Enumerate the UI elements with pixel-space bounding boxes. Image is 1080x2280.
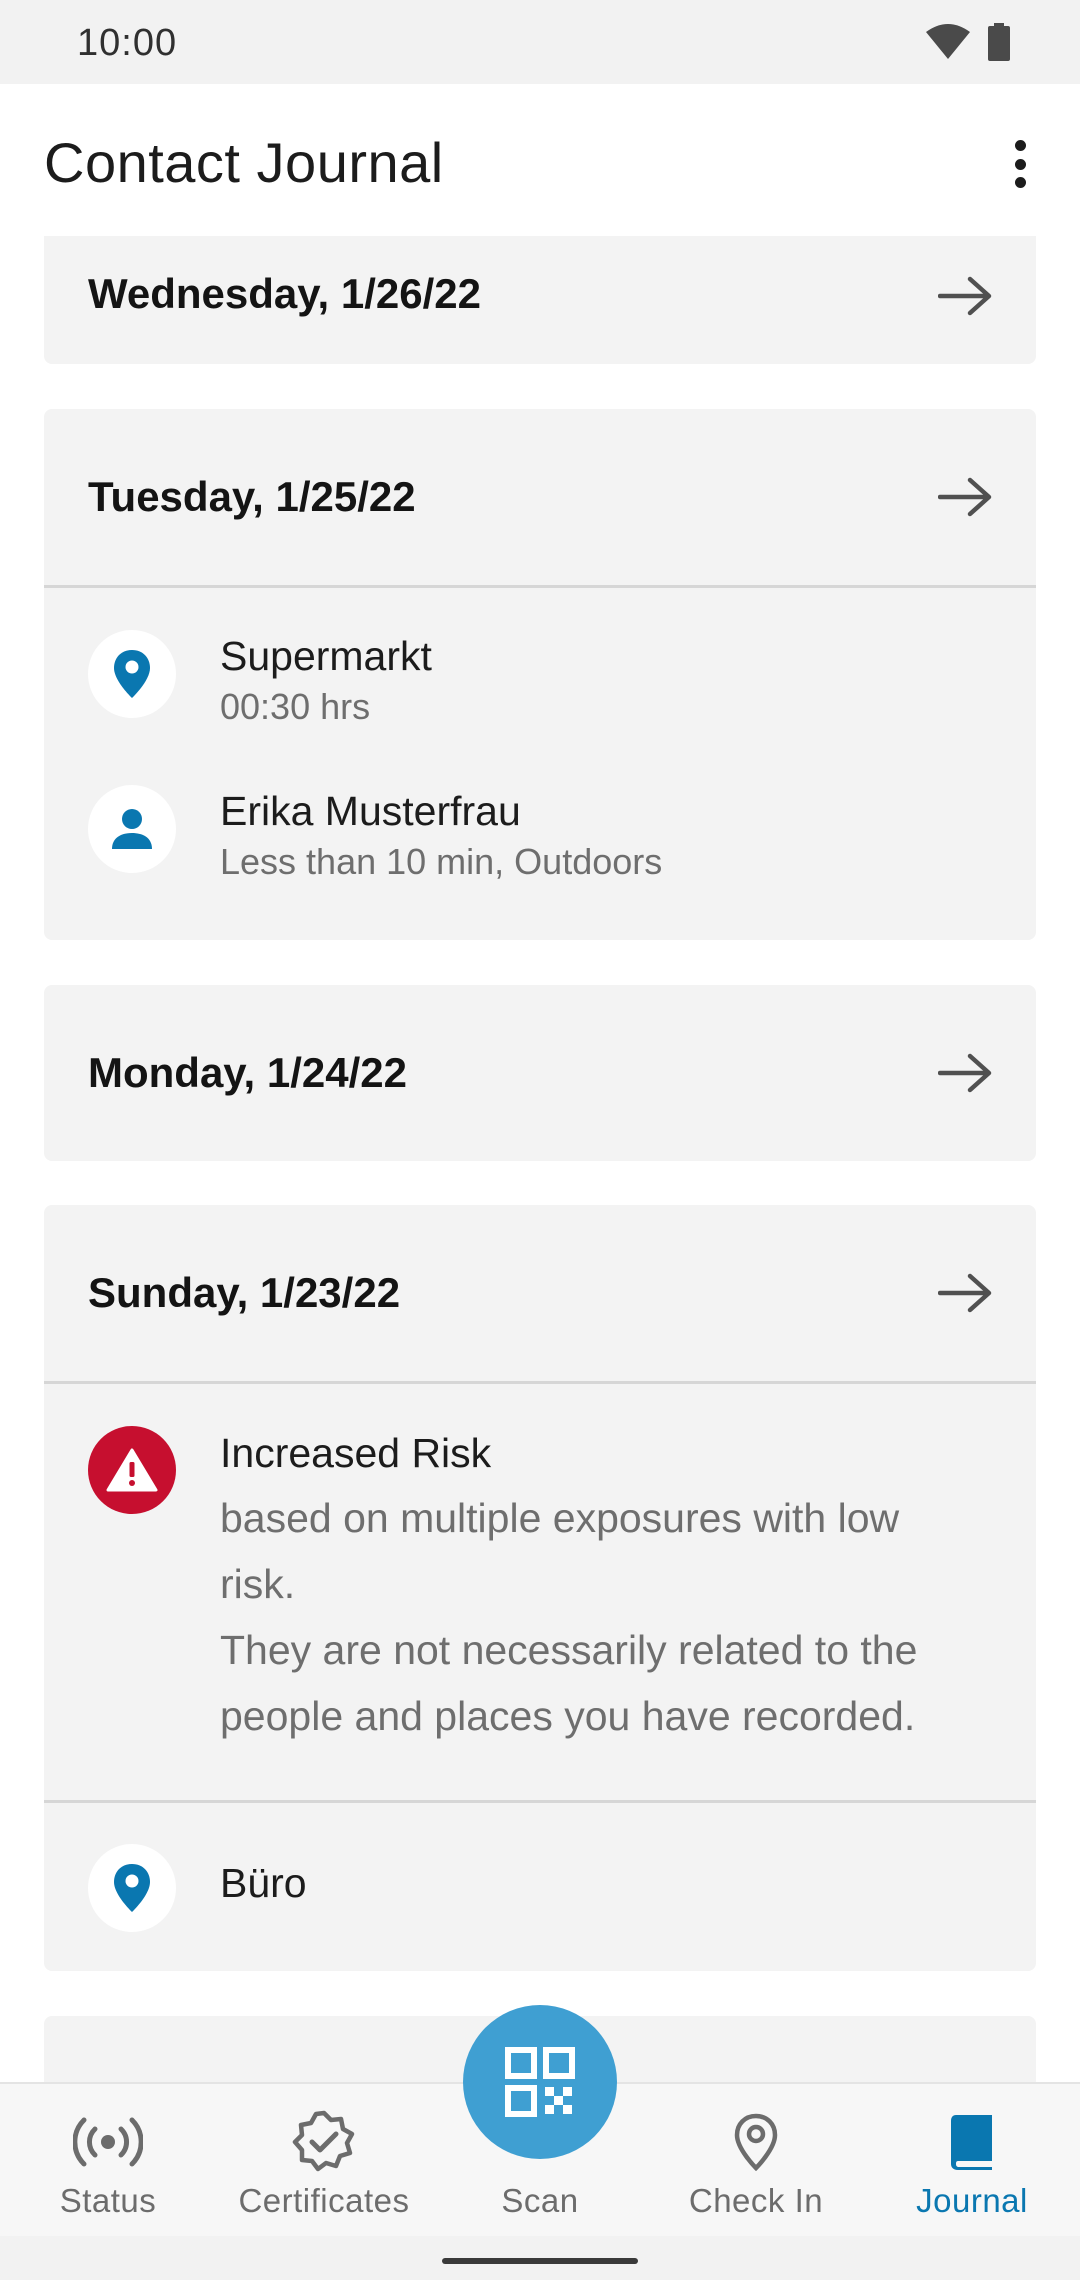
warning-icon	[88, 1426, 176, 1514]
nav-check-in[interactable]: Check In	[648, 2084, 864, 2238]
day-card-tuesday[interactable]: Tuesday, 1/25/22 Supermarkt 00:30 hrs Er…	[44, 409, 1036, 940]
page-title: Contact Journal	[44, 131, 444, 194]
risk-title: Increased Risk	[220, 1430, 492, 1476]
day-title: Monday, 1/24/22	[88, 1049, 408, 1096]
day-title: Tuesday, 1/25/22	[88, 473, 416, 520]
entry-title: Büro	[220, 1860, 307, 1906]
broadcast-icon	[73, 2110, 143, 2174]
day-header[interactable]: Sunday, 1/23/22	[44, 1205, 1036, 1381]
day-card-monday[interactable]: Monday, 1/24/22	[44, 985, 1036, 1161]
day-header[interactable]: Monday, 1/24/22	[44, 985, 1036, 1161]
day-header[interactable]: Wednesday, 1/26/22	[44, 236, 1036, 346]
risk-disclaimer: They are not necessarily related to the …	[220, 1627, 918, 1739]
day-title: Wednesday, 1/26/22	[88, 270, 481, 317]
nav-label: Check In	[688, 2182, 824, 2219]
nav-label: Scan	[501, 2182, 579, 2219]
risk-notice: Increased Risk based on multiple exposur…	[44, 1384, 1036, 1800]
arrow-right-icon	[938, 1273, 992, 1313]
nav-status[interactable]: Status	[0, 2084, 216, 2238]
arrow-right-icon	[938, 276, 992, 316]
scan-button[interactable]	[463, 2005, 617, 2159]
entry-details: Less than 10 min, Outdoors	[220, 841, 663, 882]
day-title: Sunday, 1/23/22	[88, 1269, 401, 1316]
app-bar: Contact Journal	[0, 84, 1080, 236]
arrow-right-icon	[938, 477, 992, 517]
overflow-menu-icon[interactable]	[1000, 136, 1040, 192]
entry-title: Supermarkt	[220, 633, 432, 679]
nav-certificates[interactable]: Certificates	[216, 2084, 432, 2238]
risk-description: based on multiple exposures with low ris…	[220, 1495, 900, 1607]
entry-title: Erika Musterfrau	[220, 788, 521, 834]
journal-list[interactable]: Wednesday, 1/26/22 Tuesday, 1/25/22 Supe…	[0, 236, 1080, 2082]
certificate-badge-icon	[292, 2110, 356, 2174]
day-header[interactable]: Tuesday, 1/25/22	[44, 409, 1036, 585]
day-card-sunday[interactable]: Sunday, 1/23/22 Increased Risk based on …	[44, 1205, 1036, 1971]
location-pin-icon	[88, 630, 176, 718]
location-pin-icon	[734, 2110, 778, 2174]
location-pin-icon	[88, 1844, 176, 1932]
person-icon	[88, 785, 176, 873]
nav-label: Journal	[916, 2182, 1028, 2219]
battery-icon	[988, 23, 1010, 61]
wifi-icon	[926, 24, 970, 60]
status-bar: 10:00	[0, 0, 1080, 84]
gesture-handle[interactable]	[442, 2258, 638, 2264]
day-card-wednesday[interactable]: Wednesday, 1/26/22	[44, 236, 1036, 364]
nav-journal[interactable]: Journal	[864, 2084, 1080, 2238]
gesture-bar	[0, 2236, 1080, 2280]
nav-label: Status	[59, 2182, 157, 2219]
book-icon	[948, 2110, 996, 2174]
status-icons	[926, 22, 1010, 62]
nav-label: Certificates	[238, 2182, 410, 2219]
qr-code-icon	[505, 2047, 575, 2117]
status-time: 10:00	[77, 22, 178, 64]
list-item: Supermarkt 00:30 hrs	[44, 588, 1036, 744]
entry-duration: 00:30 hrs	[220, 686, 371, 727]
list-item: Büro	[44, 1803, 1036, 1971]
list-item: Erika Musterfrau Less than 10 min, Outdo…	[44, 744, 1036, 914]
arrow-right-icon	[938, 1053, 992, 1093]
